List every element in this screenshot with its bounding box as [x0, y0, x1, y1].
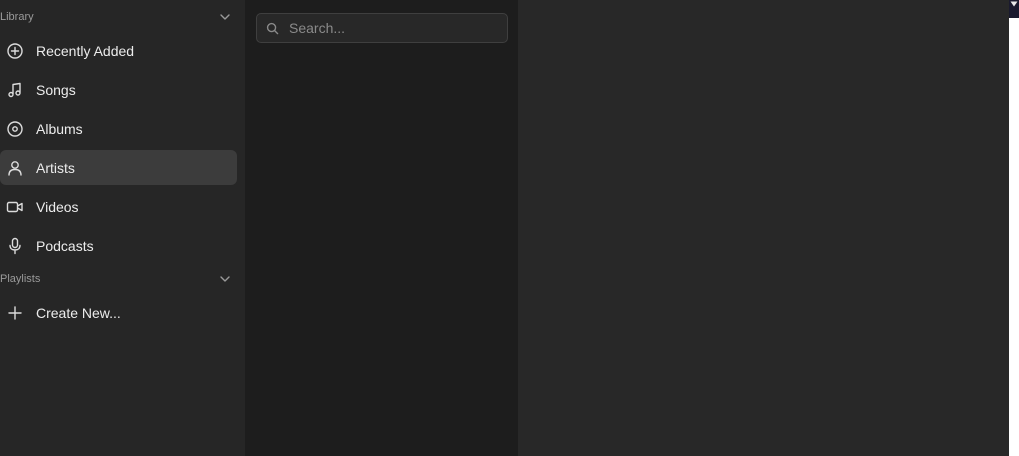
sidebar-item-recently-added[interactable]: Recently Added	[0, 33, 237, 68]
sidebar-item-label: Artists	[36, 159, 75, 176]
library-section-title: Library	[0, 11, 34, 23]
person-icon	[0, 150, 30, 185]
create-new-playlist-button[interactable]: Create New...	[0, 295, 237, 330]
sidebar-item-artists[interactable]: Artists	[0, 150, 237, 185]
sidebar-item-albums[interactable]: Albums	[0, 111, 237, 146]
sidebar-item-label: Create New...	[36, 304, 121, 321]
video-camera-icon	[0, 189, 30, 224]
sidebar-item-label: Albums	[36, 120, 83, 137]
microphone-icon	[0, 228, 30, 263]
playlists-section-title: Playlists	[0, 273, 41, 285]
window-edge-strip	[1009, 0, 1019, 456]
sidebar-item-videos[interactable]: Videos	[0, 189, 237, 224]
caret-down-icon	[1010, 0, 1018, 7]
sidebar: Library Recently Added Songs Albums Arti…	[0, 0, 245, 456]
sidebar-item-songs[interactable]: Songs	[0, 72, 237, 107]
chevron-down-icon[interactable]	[219, 11, 231, 23]
search-input[interactable]	[287, 15, 507, 41]
chevron-down-icon[interactable]	[219, 273, 231, 285]
list-pane	[245, 0, 518, 456]
edge-menu-toggle[interactable]	[1009, 0, 1019, 18]
library-section-header[interactable]: Library	[0, 7, 245, 27]
sidebar-item-label: Videos	[36, 198, 79, 215]
playlists-section-header[interactable]: Playlists	[0, 269, 245, 289]
music-note-icon	[0, 72, 30, 107]
content-pane	[518, 0, 1009, 456]
sidebar-item-label: Recently Added	[36, 42, 135, 59]
plus-circle-icon	[0, 33, 30, 68]
sidebar-item-podcasts[interactable]: Podcasts	[0, 228, 237, 263]
sidebar-item-label: Podcasts	[36, 237, 94, 254]
sidebar-item-label: Songs	[36, 81, 76, 98]
search-icon	[257, 14, 287, 42]
plus-icon	[0, 295, 30, 330]
disc-icon	[0, 111, 30, 146]
music-app-window: Library Recently Added Songs Albums Arti…	[0, 0, 1019, 456]
search-box[interactable]	[256, 13, 508, 43]
